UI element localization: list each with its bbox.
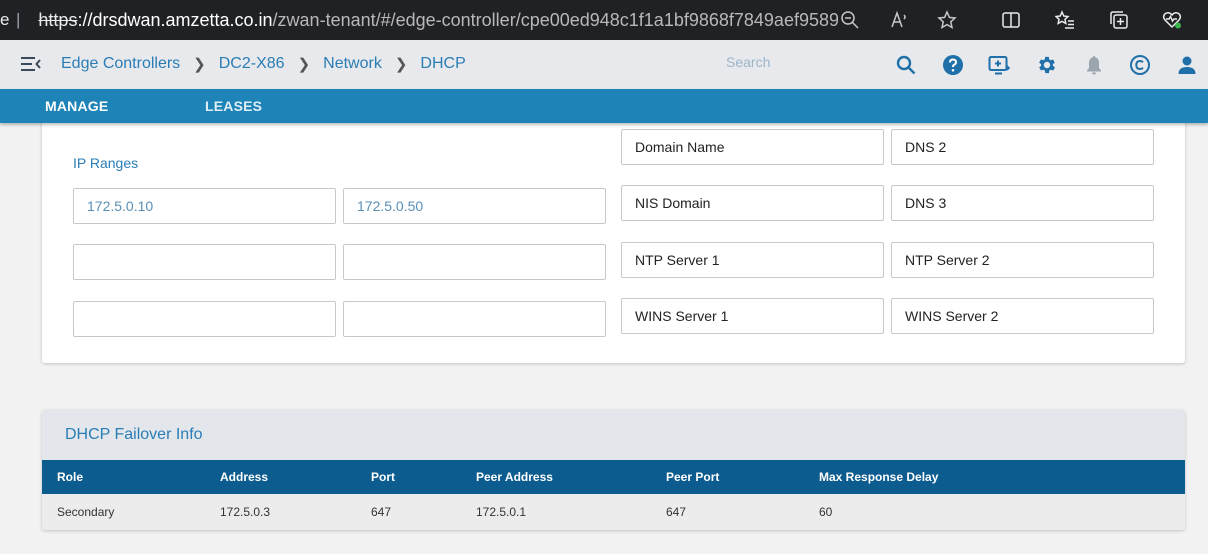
search-icon[interactable] <box>894 53 918 77</box>
column-header-max-response-delay: Max Response Delay <box>819 470 939 484</box>
ip-range-end-1[interactable] <box>343 188 606 224</box>
tab-bar: MANAGE LEASES <box>0 89 1208 123</box>
column-header-peer-address: Peer Address <box>476 470 553 484</box>
ip-ranges-label: IP Ranges <box>73 155 139 171</box>
ip-range-end-2[interactable] <box>343 244 606 280</box>
favorite-star-icon[interactable] <box>935 8 959 32</box>
failover-title: DHCP Failover Info <box>65 426 203 443</box>
cell-port: 647 <box>371 505 392 519</box>
help-icon[interactable] <box>941 53 965 77</box>
ip-range-start-2[interactable] <box>73 244 336 280</box>
cell-address: 172.5.0.3 <box>220 505 271 519</box>
zoom-icon[interactable] <box>838 8 862 32</box>
breadcrumb-dhcp: DHCP <box>420 55 466 72</box>
browser-health-icon[interactable] <box>1160 8 1184 32</box>
split-screen-icon[interactable] <box>999 8 1023 32</box>
wins-server-2-field[interactable] <box>891 298 1154 334</box>
breadcrumb-device[interactable]: DC2-X86 <box>219 55 285 73</box>
menu-toggle-icon[interactable] <box>20 54 42 74</box>
column-header-peer-port: Peer Port <box>666 470 720 484</box>
read-aloud-icon[interactable] <box>887 8 911 32</box>
cell-peer-port: 647 <box>666 505 687 519</box>
ip-range-start-3[interactable] <box>73 301 336 337</box>
address-bar[interactable]: https://drsdwan.amzetta.co.in/zwan-tenan… <box>38 10 838 31</box>
url-scheme: https <box>38 9 78 30</box>
collections-icon[interactable] <box>1107 8 1131 32</box>
browser-toolbar: e | https://drsdwan.amzetta.co.in/zwan-t… <box>0 0 1208 40</box>
favorites-list-icon[interactable] <box>1053 8 1077 32</box>
column-header-port: Port <box>371 470 395 484</box>
cell-peer-address: 172.5.0.1 <box>476 505 527 519</box>
breadcrumb-network[interactable]: Network <box>323 55 382 73</box>
add-screen-icon[interactable] <box>987 53 1011 77</box>
gear-icon[interactable] <box>1035 53 1059 77</box>
bell-icon[interactable] <box>1082 53 1106 77</box>
copyright-icon[interactable] <box>1128 53 1152 77</box>
ip-range-end-3[interactable] <box>343 301 606 337</box>
dns2-field[interactable] <box>891 129 1154 165</box>
column-header-role: Role <box>57 470 84 484</box>
url-host: ://drsdwan.amzetta.co.in <box>77 9 273 30</box>
column-header-address: Address <box>220 470 269 484</box>
user-icon[interactable] <box>1175 53 1199 77</box>
cell-max-response-delay: 60 <box>819 505 833 519</box>
cell-role: Secondary <box>57 505 115 519</box>
table-row: Secondary 172.5.0.3 647 172.5.0.1 647 60 <box>42 494 1185 530</box>
ntp-server-1-field[interactable] <box>621 242 884 278</box>
wins-server-1-field[interactable] <box>621 298 884 334</box>
breadcrumb: Edge Controllers ❯ DC2-X86 ❯ Network ❯ D… <box>61 55 466 73</box>
chevron-right-icon: ❯ <box>394 56 408 73</box>
domain-name-field[interactable] <box>621 129 884 165</box>
chevron-right-icon: ❯ <box>193 56 206 73</box>
search-input[interactable] <box>726 54 876 70</box>
chevron-right-icon: ❯ <box>297 56 311 73</box>
tab-manage[interactable]: MANAGE <box>45 98 108 114</box>
browser-left-glyph: e <box>0 10 10 29</box>
browser-separator: | <box>16 10 21 29</box>
nis-domain-field[interactable] <box>621 185 884 221</box>
breadcrumb-edge-controllers[interactable]: Edge Controllers <box>61 55 180 73</box>
failover-table-header: Role Address Port Peer Address Peer Port… <box>42 460 1185 494</box>
failover-header: DHCP Failover Info <box>42 410 1185 460</box>
tab-leases[interactable]: LEASES <box>205 98 262 114</box>
ntp-server-2-field[interactable] <box>891 242 1154 278</box>
dhcp-failover-card: DHCP Failover Info Role Address Port Pee… <box>42 410 1185 530</box>
dns3-field[interactable] <box>891 185 1154 221</box>
app-header: Edge Controllers ❯ DC2-X86 ❯ Network ❯ D… <box>0 40 1208 89</box>
ip-range-start-1[interactable] <box>73 188 336 224</box>
url-path: /zwan-tenant/#/edge-controller/cpe00ed94… <box>272 9 839 30</box>
